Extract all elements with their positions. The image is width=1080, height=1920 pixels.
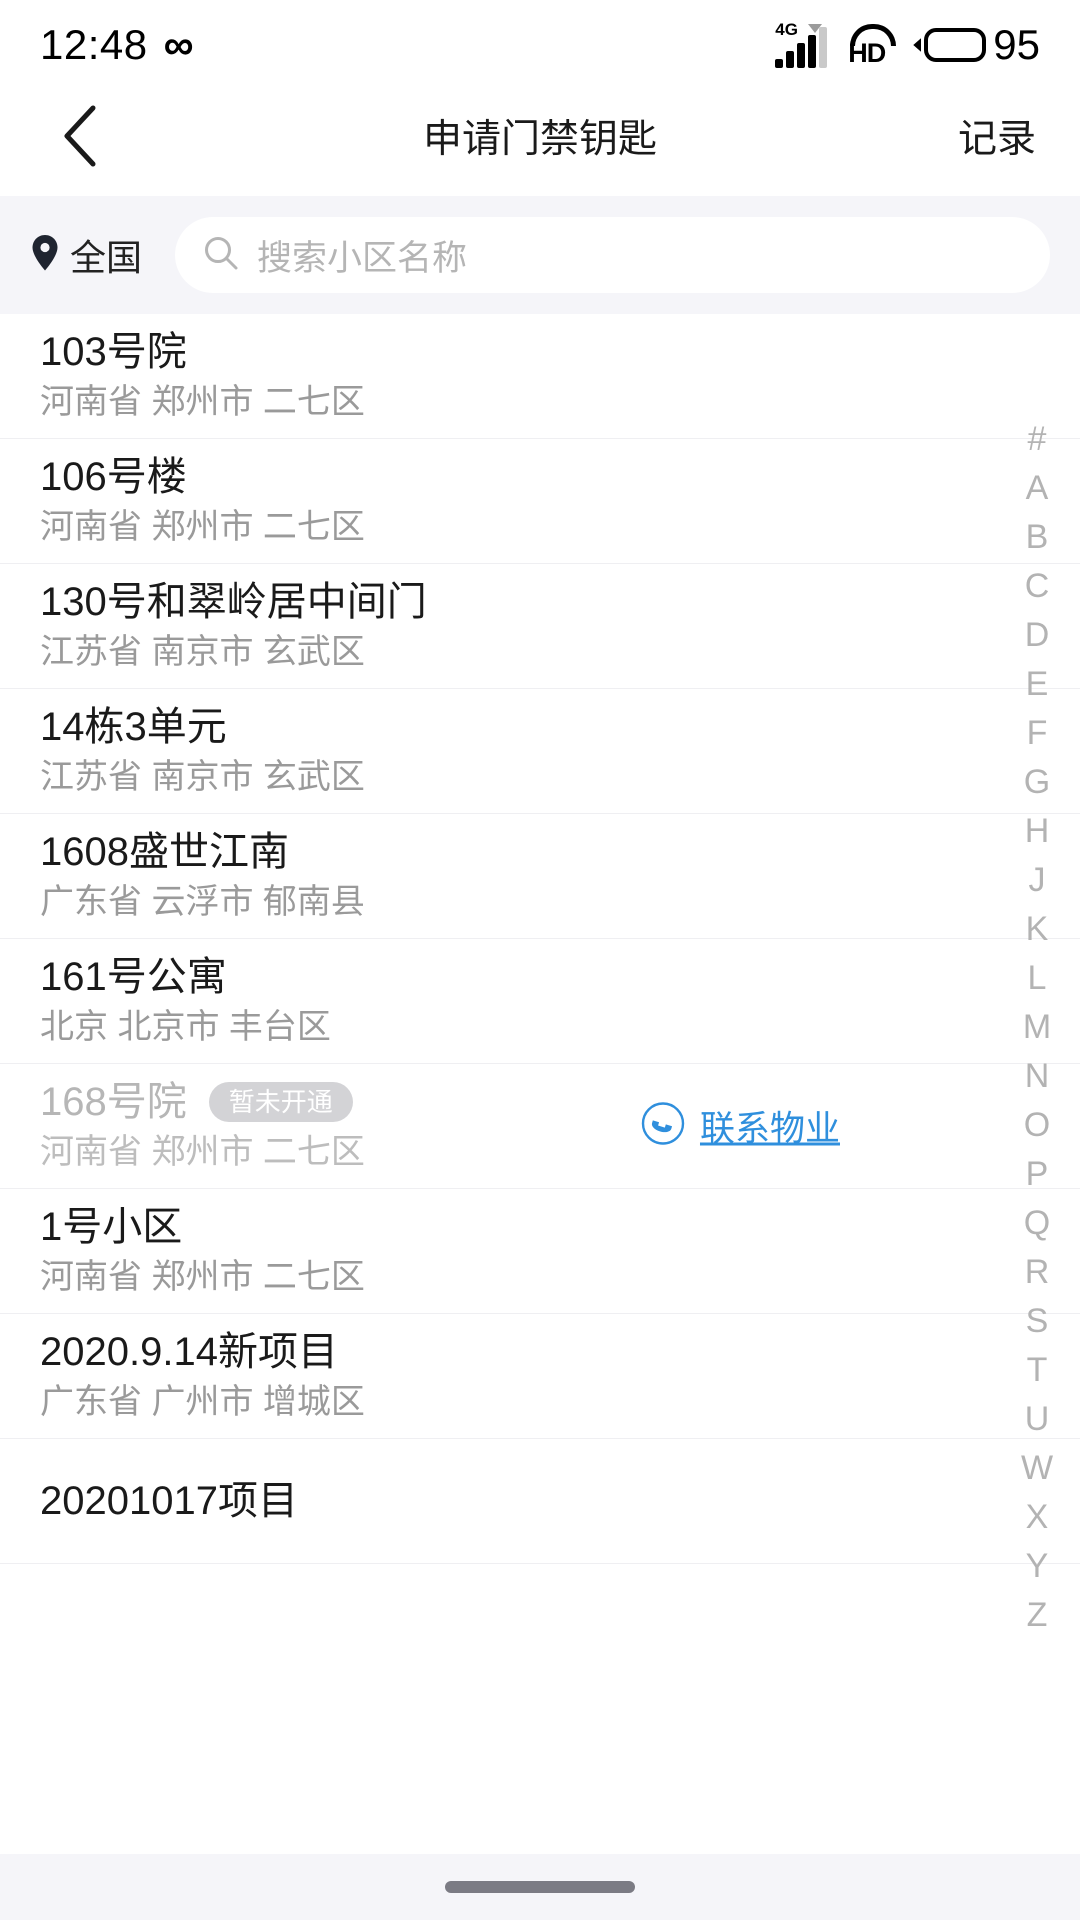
location-label: 全国 <box>70 237 143 278</box>
status-bar-left: 12:48 ∞ <box>40 21 194 69</box>
list-item-header: 2020.9.14新项目 <box>40 1329 1040 1375</box>
search-section: 全国 搜索小区名称 <box>0 196 1080 314</box>
list-item-header: 1608盛世江南 <box>40 829 1040 875</box>
list-item-name: 168号院 <box>40 1080 187 1125</box>
list-item-name: 1号小区 <box>40 1205 183 1250</box>
list-item[interactable]: 14栋3单元江苏省 南京市 玄武区 <box>0 689 1080 814</box>
index-letter[interactable]: C <box>994 562 1080 611</box>
list-item-region: 河南省 郑州市 二七区 <box>40 1258 365 1297</box>
nav-bar: 申请门禁钥匙 记录 <box>0 90 1080 182</box>
list-item-region: 江苏省 南京市 玄武区 <box>40 633 365 672</box>
list-item[interactable]: 20201017项目 <box>0 1439 1080 1564</box>
location-selector[interactable]: 全国 <box>30 229 175 281</box>
list-item-header: 106号楼 <box>40 454 1040 500</box>
signal-bars-icon: 4G <box>775 20 833 68</box>
battery-icon: 95 <box>913 21 1040 69</box>
list-item-name: 103号院 <box>40 330 187 375</box>
contact-property-button[interactable]: 联系物业 <box>640 1101 840 1152</box>
list-item[interactable]: 130号和翠岭居中间门江苏省 南京市 玄武区 <box>0 564 1080 689</box>
list-item-name: 130号和翠岭居中间门 <box>40 580 427 625</box>
list-item-header: 130号和翠岭居中间门 <box>40 579 1040 625</box>
phone-screen: 12:48 ∞ 4G HD 95 申请门禁钥匙 记录 全国 搜索小区名称 103… <box>0 0 1080 1920</box>
list-item-region: 河南省 郑州市 二七区 <box>40 383 365 422</box>
infinity-icon: ∞ <box>163 21 194 68</box>
list-item-region: 江苏省 南京市 玄武区 <box>40 758 365 797</box>
list-item[interactable]: 161号公寓北京 北京市 丰台区 <box>0 939 1080 1064</box>
search-icon <box>203 235 239 276</box>
status-bar-right: 4G HD 95 <box>775 20 1040 69</box>
list-item-name: 14栋3单元 <box>40 705 227 750</box>
list-item-header: 168号院 暂未开通 <box>40 1079 1040 1125</box>
battery-percent-label: 95 <box>993 21 1040 68</box>
list-item-header: 14栋3单元 <box>40 704 1040 750</box>
home-indicator[interactable] <box>445 1881 635 1893</box>
status-bar: 12:48 ∞ 4G HD 95 <box>0 0 1080 90</box>
list-item[interactable]: 103号院河南省 郑州市 二七区 <box>0 314 1080 439</box>
volte-hd-label: HD <box>848 38 886 68</box>
signal-strength-bars <box>775 27 828 68</box>
index-letter[interactable]: G <box>994 758 1080 807</box>
index-letter[interactable]: Y <box>994 1542 1080 1591</box>
index-letter[interactable]: E <box>994 660 1080 709</box>
volte-hd-icon: HD <box>847 22 899 68</box>
index-letter[interactable]: K <box>994 905 1080 954</box>
list-item[interactable]: 1号小区河南省 郑州市 二七区 <box>0 1189 1080 1314</box>
list-item-name: 2020.9.14新项目 <box>40 1330 338 1375</box>
list-item-name: 20201017项目 <box>40 1479 298 1523</box>
list-item-header: 1号小区 <box>40 1204 1040 1250</box>
index-letter[interactable]: T <box>994 1346 1080 1395</box>
index-letter[interactable]: B <box>994 513 1080 562</box>
index-letter[interactable]: J <box>994 856 1080 905</box>
list-item-region: 河南省 郑州市 二七区 <box>40 1133 365 1172</box>
index-letter[interactable]: L <box>994 954 1080 1003</box>
list-item-region: 广东省 云浮市 郁南县 <box>40 883 365 922</box>
index-letter[interactable]: W <box>994 1444 1080 1493</box>
list-item-header: 161号公寓 <box>40 954 1040 1000</box>
index-letter[interactable]: D <box>994 611 1080 660</box>
index-letter[interactable]: H <box>994 807 1080 856</box>
index-letter[interactable]: X <box>994 1493 1080 1542</box>
list-item-header: 103号院 <box>40 329 1040 375</box>
index-letter[interactable]: F <box>994 709 1080 758</box>
map-pin-icon <box>30 234 60 277</box>
list-item-name: 106号楼 <box>40 455 187 500</box>
index-letter[interactable]: O <box>994 1101 1080 1150</box>
chevron-left-icon <box>64 105 96 167</box>
records-button[interactable]: 记录 <box>958 108 1036 164</box>
index-letter[interactable]: U <box>994 1395 1080 1444</box>
list-item-header: 20201017项目 <box>40 1478 1040 1524</box>
index-letter[interactable]: Q <box>994 1199 1080 1248</box>
page-title: 申请门禁钥匙 <box>422 118 657 161</box>
list-item[interactable]: 106号楼河南省 郑州市 二七区 <box>0 439 1080 564</box>
index-letter[interactable]: P <box>994 1150 1080 1199</box>
index-letter[interactable]: N <box>994 1052 1080 1101</box>
contact-property-label: 联系物业 <box>699 1109 840 1149</box>
list-item[interactable]: 2020.9.14新项目广东省 广州市 增城区 <box>0 1314 1080 1439</box>
list-item-name: 161号公寓 <box>40 955 227 1000</box>
list-item[interactable]: 168号院 暂未开通河南省 郑州市 二七区 联系物业 <box>0 1064 1080 1189</box>
list-item-region: 广东省 广州市 增城区 <box>40 1383 365 1422</box>
index-letter[interactable]: R <box>994 1248 1080 1297</box>
index-letter[interactable]: Z <box>994 1591 1080 1640</box>
index-letter[interactable]: M <box>994 1003 1080 1052</box>
list-item[interactable]: 1608盛世江南广东省 云浮市 郁南县 <box>0 814 1080 939</box>
status-badge: 暂未开通 <box>208 1082 353 1123</box>
home-indicator-area <box>0 1854 1080 1920</box>
status-clock: 12:48 <box>40 21 148 68</box>
index-letter[interactable]: A <box>994 464 1080 513</box>
list-item-name: 1608盛世江南 <box>40 830 289 875</box>
search-placeholder: 搜索小区名称 <box>257 238 468 278</box>
index-letter[interactable]: S <box>994 1297 1080 1346</box>
alphabet-index[interactable]: # A B C D E F G H J K L M N O P Q R S T U W X Y Z <box>994 415 1080 1640</box>
search-input[interactable]: 搜索小区名称 <box>175 217 1050 293</box>
community-list[interactable]: 103号院 河南省 郑州市 二七区 106号楼 河南省 郑州市 二七区 130号和翠岭居… <box>0 314 1080 1854</box>
list-item-region: 河南省 郑州市 二七区 <box>40 508 365 547</box>
list-item-region: 北京 北京市 丰台区 <box>40 1008 331 1047</box>
back-button[interactable] <box>40 96 120 176</box>
index-letter[interactable]: # <box>994 415 1080 464</box>
phone-icon <box>640 1101 686 1152</box>
